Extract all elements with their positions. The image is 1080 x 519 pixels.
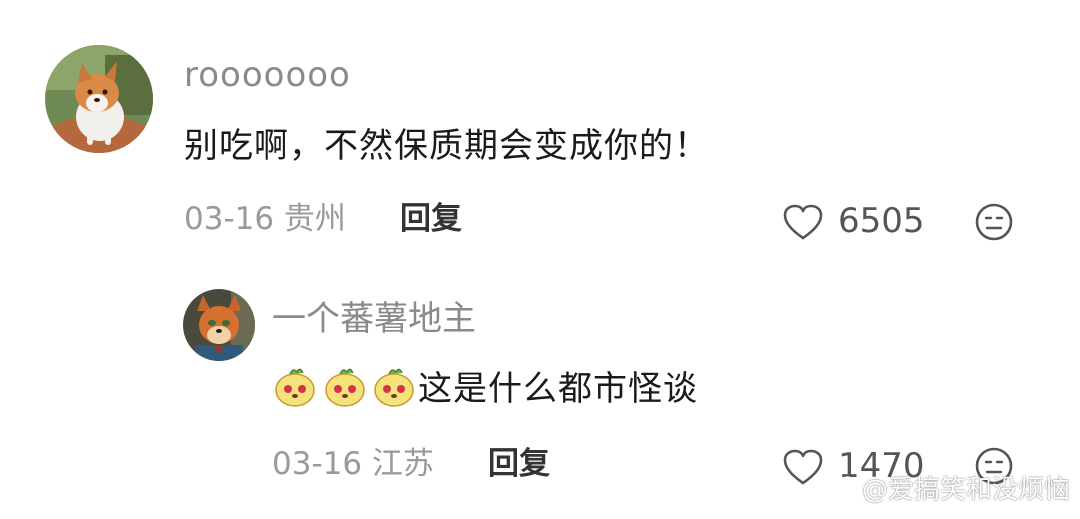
comment-meta: 03-16 贵州: [184, 201, 346, 237]
fox-avatar-image: [183, 289, 255, 361]
avatar[interactable]: [45, 45, 153, 153]
comment-meta: 03-16 江苏: [272, 446, 434, 482]
watermark-text: @爱搞笑和没烦恼: [861, 475, 1070, 505]
watermark: @爱搞笑和没烦恼: [822, 475, 1070, 505]
comment-text: 别吃啊，不然保质期会变成你的！: [184, 126, 709, 166]
corgi-avatar-image: [45, 45, 153, 153]
heart-outline-icon[interactable]: [782, 448, 824, 486]
avatar[interactable]: [183, 289, 255, 361]
heart-outline-icon[interactable]: [782, 203, 824, 241]
unhappy-face-icon[interactable]: [974, 202, 1014, 242]
comment-text: 这是什么都市怪谈: [418, 369, 698, 409]
like-count: 6505: [838, 201, 925, 241]
comment-username[interactable]: 一个蕃薯地主: [272, 302, 476, 336]
potato-emoji: [273, 364, 317, 408]
potato-emoji: [323, 364, 367, 408]
reply-button[interactable]: 回复: [488, 449, 550, 480]
comment-username[interactable]: rooooooo: [184, 58, 351, 92]
weibo-logo-icon: [822, 476, 858, 505]
reply-button[interactable]: 回复: [400, 204, 462, 235]
potato-emoji: [372, 364, 416, 408]
